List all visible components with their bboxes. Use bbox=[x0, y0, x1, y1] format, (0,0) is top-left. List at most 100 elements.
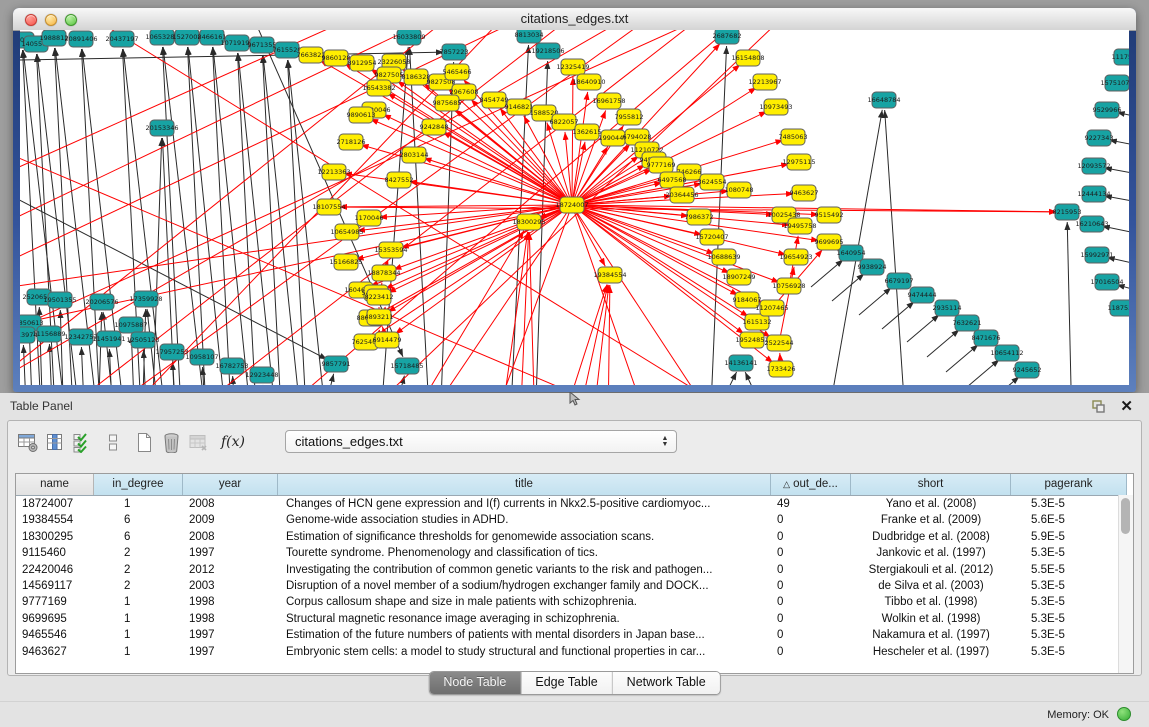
graph-node[interactable]: 12505123 bbox=[126, 332, 159, 348]
graph-node[interactable]: 9227343 bbox=[1085, 130, 1114, 146]
graph-node[interactable]: 20206576 bbox=[85, 294, 118, 310]
table-row[interactable]: 1456911722003Disruption of a novel membe… bbox=[16, 578, 1133, 594]
graph-node[interactable]: 18907249 bbox=[722, 269, 755, 285]
graph-node[interactable]: 18107554 bbox=[312, 199, 345, 215]
graph-node[interactable]: 16033809 bbox=[392, 30, 425, 45]
column-header-in_degree[interactable]: in_degree bbox=[94, 474, 183, 495]
graph-node[interactable]: 10654112 bbox=[990, 345, 1023, 361]
graph-node[interactable]: 17957253 bbox=[155, 344, 188, 360]
table-row[interactable]: 977716911998Corpus callosum shape and si… bbox=[16, 594, 1133, 610]
graph-node[interactable]: 9245652 bbox=[1013, 362, 1042, 378]
table-row[interactable]: 1938455462009Genome-wide association stu… bbox=[16, 512, 1133, 528]
graph-node[interactable]: 19654923 bbox=[779, 249, 812, 265]
graph-node[interactable]: 8813034 bbox=[515, 30, 544, 43]
float-panel-icon[interactable] bbox=[1090, 400, 1105, 418]
graph-node[interactable]: 20891406 bbox=[64, 31, 97, 47]
graph-node[interactable]: 4893211 bbox=[365, 309, 394, 325]
graph-node[interactable]: 18300295 bbox=[512, 214, 545, 230]
graph-node[interactable]: 5465466 bbox=[443, 64, 472, 80]
graph-node[interactable]: 2522544 bbox=[765, 335, 794, 351]
graph-node[interactable]: 17359928 bbox=[129, 291, 162, 307]
graph-node[interactable]: 16210643 bbox=[1075, 216, 1108, 232]
graph-node[interactable]: 18640910 bbox=[572, 74, 605, 90]
graph-node[interactable]: 16543382 bbox=[362, 80, 395, 96]
graph-node[interactable]: 19495758 bbox=[783, 218, 816, 234]
graph-node[interactable]: 15751074 bbox=[1100, 75, 1129, 91]
graph-node[interactable]: 20364456 bbox=[665, 187, 698, 203]
graph-node[interactable]: 2935114 bbox=[933, 300, 962, 316]
graph-node[interactable]: 6497568 bbox=[658, 172, 687, 188]
graph-node[interactable]: 9938924 bbox=[858, 259, 887, 275]
graph-node[interactable]: 1170046 bbox=[355, 210, 384, 226]
graph-node[interactable]: 8912954 bbox=[348, 55, 377, 71]
column-header-short[interactable]: short bbox=[851, 474, 1011, 495]
graph-node[interactable]: 2718126 bbox=[337, 134, 366, 150]
graph-node[interactable]: 7632621 bbox=[953, 315, 982, 331]
graph-node[interactable]: 16782753 bbox=[215, 358, 248, 374]
window-titlebar[interactable]: citations_edges.txt bbox=[13, 8, 1136, 31]
graph-node[interactable]: 1362615 bbox=[573, 124, 602, 140]
graph-node[interactable]: 8215953 bbox=[1053, 204, 1082, 220]
clear-selection-icon[interactable] bbox=[105, 430, 121, 454]
graph-node[interactable]: 2803144 bbox=[400, 147, 429, 163]
table-row[interactable]: 946362711997Embryonic stem cells: a mode… bbox=[16, 644, 1133, 660]
graph-node[interactable]: 9529966 bbox=[1093, 102, 1122, 118]
graph-node[interactable]: 9857791 bbox=[322, 356, 351, 372]
graph-node[interactable]: 20437197 bbox=[105, 31, 138, 47]
graph-node[interactable]: 17016504 bbox=[1090, 274, 1123, 290]
table-row[interactable]: 2242004622012Investigating the contribut… bbox=[16, 562, 1133, 578]
graph-node[interactable]: 10958107 bbox=[185, 349, 218, 365]
graph-node[interactable]: 7857223 bbox=[440, 44, 469, 60]
tab-node-table[interactable]: Node Table bbox=[429, 672, 521, 694]
graph-node[interactable]: 6679197 bbox=[885, 273, 914, 289]
graph-node[interactable]: 1080748 bbox=[725, 182, 754, 198]
graph-node[interactable]: 12975115 bbox=[782, 154, 815, 170]
graph-node[interactable]: 15720407 bbox=[695, 229, 728, 245]
graph-node[interactable]: 19384554 bbox=[593, 267, 626, 283]
import-table-icon[interactable] bbox=[186, 430, 210, 454]
graph-node[interactable]: 1187537 bbox=[1108, 300, 1129, 316]
tab-network-table[interactable]: Network Table bbox=[613, 672, 720, 694]
table-mode-icon[interactable] bbox=[16, 430, 40, 454]
column-header-out_degree[interactable]: △out_de... bbox=[771, 474, 851, 495]
graph-node[interactable]: 9474444 bbox=[908, 287, 937, 303]
close-panel-icon[interactable]: ✕ bbox=[1120, 397, 1133, 415]
graph-node[interactable]: 7986372 bbox=[685, 209, 714, 225]
graph-node[interactable]: 18724007 bbox=[555, 197, 588, 213]
graph-node[interactable]: 15718485 bbox=[390, 358, 423, 374]
graph-node[interactable]: 19501355 bbox=[43, 292, 76, 308]
graph-node[interactable]: 16648784 bbox=[867, 92, 900, 108]
graph-node[interactable]: 11451941 bbox=[92, 331, 125, 347]
graph-node[interactable]: 9463627 bbox=[790, 185, 819, 201]
table-row[interactable]: 1872400712008Changes of HCN gene express… bbox=[16, 496, 1133, 512]
graph-node[interactable]: 9699695 bbox=[815, 234, 844, 250]
graph-node[interactable]: 1733426 bbox=[767, 361, 796, 377]
table-selector[interactable]: citations_edges.txt ▲▼ bbox=[285, 430, 677, 453]
graph-node[interactable]: 1117541 bbox=[1112, 49, 1129, 65]
graph-node[interactable]: 8223412 bbox=[365, 289, 394, 305]
graph-node[interactable]: 9515492 bbox=[815, 207, 844, 223]
graph-node[interactable]: 9875685 bbox=[433, 95, 462, 111]
tab-edge-table[interactable]: Edge Table bbox=[521, 672, 612, 694]
graph-node[interactable]: 9860128 bbox=[322, 50, 351, 66]
graph-node[interactable]: 16154808 bbox=[731, 50, 764, 66]
select-all-icon[interactable] bbox=[70, 430, 94, 454]
graph-node[interactable]: 18878344 bbox=[367, 265, 400, 281]
column-header-title[interactable]: title bbox=[278, 474, 771, 495]
table-row[interactable]: 911546021997Tourette syndrome. Phenomeno… bbox=[16, 545, 1133, 561]
graph-node[interactable]: 10973493 bbox=[759, 99, 792, 115]
graph-node[interactable]: 3624554 bbox=[698, 174, 727, 190]
graph-node[interactable]: 12325419 bbox=[556, 59, 589, 75]
graph-node[interactable]: 11207465 bbox=[755, 300, 788, 316]
trash-icon[interactable] bbox=[159, 430, 183, 454]
graph-node[interactable]: 15166825 bbox=[329, 254, 362, 270]
graph-node[interactable]: 16961758 bbox=[592, 93, 625, 109]
new-document-icon[interactable] bbox=[132, 430, 156, 454]
table-row[interactable]: 946554611997Estimation of the future num… bbox=[16, 627, 1133, 643]
graph-node[interactable]: 12923448 bbox=[245, 367, 278, 383]
graph-node[interactable]: 12444134 bbox=[1077, 186, 1110, 202]
graph-node[interactable]: 15992971 bbox=[1080, 247, 1113, 263]
scrollbar-thumb[interactable] bbox=[1121, 498, 1130, 534]
graph-node[interactable]: 10975887 bbox=[114, 317, 147, 333]
graph-node[interactable]: 8427552 bbox=[385, 172, 414, 188]
